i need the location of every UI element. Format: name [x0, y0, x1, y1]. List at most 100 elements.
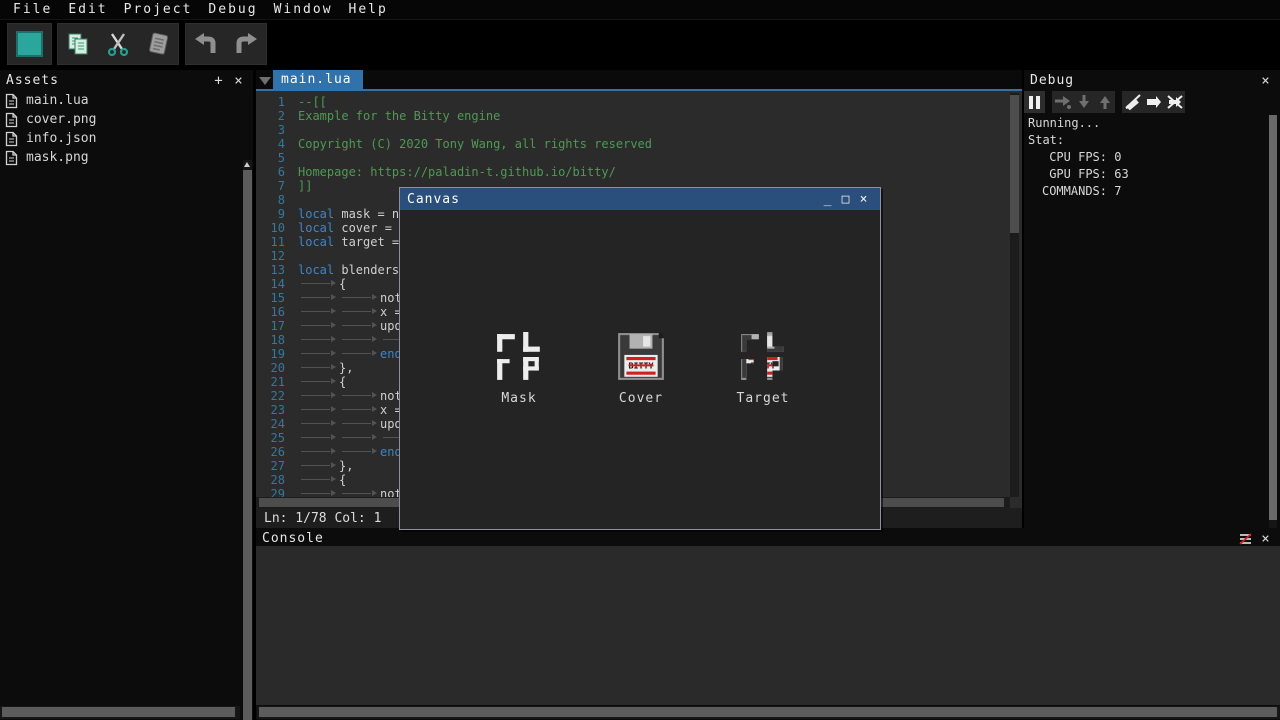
- add-asset-button[interactable]: +: [211, 73, 227, 89]
- indent-guide-icon: [298, 403, 339, 414]
- menu-item-edit[interactable]: Edit: [60, 2, 115, 17]
- assets-panel: Assets + × main.luacover.pnginfo.jsonmas…: [0, 70, 253, 720]
- breakpoint-arrow-icon: [1145, 94, 1163, 110]
- pencil-slash-icon: [1124, 94, 1142, 110]
- debug-group-step: [1052, 91, 1115, 113]
- menu-item-help[interactable]: Help: [341, 2, 396, 17]
- menu-item-window[interactable]: Window: [266, 2, 341, 17]
- copy-icon: [65, 31, 91, 57]
- line-number: 4: [256, 137, 285, 151]
- toolbar-group-edit: [57, 23, 179, 65]
- code-token: },: [339, 361, 353, 375]
- line-number: 29: [256, 487, 285, 497]
- stat-value: 0: [1107, 150, 1121, 164]
- line-number: 24: [256, 417, 285, 431]
- scrollbar-thumb[interactable]: [1269, 115, 1277, 520]
- canvas-title: Canvas: [407, 192, 460, 207]
- assets-close-button[interactable]: ×: [231, 73, 247, 89]
- menu-bar: FileEditProjectDebugWindowHelp: [0, 0, 1280, 20]
- asset-item-cover.png[interactable]: cover.png: [0, 110, 253, 129]
- code-token: local: [298, 207, 334, 221]
- step-out-button[interactable]: [1094, 91, 1115, 113]
- canvas-titlebar[interactable]: Canvas _ □ ×: [400, 188, 880, 210]
- line-number: 11: [256, 235, 285, 249]
- canvas-item-cover: BITTY Cover: [616, 332, 666, 406]
- asset-item-info.json[interactable]: info.json: [0, 129, 253, 148]
- run-button[interactable]: [12, 26, 48, 62]
- pause-button[interactable]: [1024, 91, 1045, 113]
- asset-item-main.lua[interactable]: main.lua: [0, 91, 253, 110]
- console-horizontal-scrollbar[interactable]: [257, 706, 1280, 719]
- line-number: 6: [256, 165, 285, 179]
- minimize-button[interactable]: _: [819, 192, 837, 207]
- indent-guide-icon: [339, 445, 380, 456]
- menu-item-debug[interactable]: Debug: [200, 2, 265, 17]
- scrollbar-thumb[interactable]: [259, 707, 1277, 717]
- redo-button[interactable]: [228, 26, 264, 62]
- line-number: 9: [256, 207, 285, 221]
- menu-item-project[interactable]: Project: [116, 2, 201, 17]
- paste-button[interactable]: [140, 26, 176, 62]
- canvas-window[interactable]: Canvas _ □ × Mask: [399, 187, 881, 530]
- indent-guide-icon: [339, 431, 380, 442]
- clear-console-button[interactable]: [1238, 532, 1254, 546]
- scrollbar-thumb[interactable]: [243, 170, 252, 720]
- tab-list-dropdown-button[interactable]: [256, 70, 273, 91]
- undo-icon: [192, 31, 220, 57]
- asset-item-mask.png[interactable]: mask.png: [0, 148, 253, 167]
- stat-label: COMMANDS:: [1028, 183, 1107, 200]
- indent-guide-icon: [298, 417, 339, 428]
- redo-icon: [232, 31, 260, 57]
- step-over-button[interactable]: [1052, 91, 1073, 113]
- cut-button[interactable]: [100, 26, 136, 62]
- canvas-close-button[interactable]: ×: [855, 192, 873, 207]
- line-number: 28: [256, 473, 285, 487]
- tab-main-lua[interactable]: main.lua: [273, 70, 363, 91]
- step-into-icon: [1077, 94, 1091, 110]
- canvas-item-mask: Mask: [494, 332, 544, 406]
- menu-item-file[interactable]: File: [5, 2, 60, 17]
- indent-guide-icon: [298, 333, 339, 344]
- debug-close-button[interactable]: ×: [1258, 73, 1274, 89]
- toolbar-group-run: [7, 23, 52, 65]
- debug-vertical-scrollbar[interactable]: [1269, 115, 1277, 528]
- toolbar: [0, 20, 1280, 68]
- indent-guide-icon: [298, 305, 339, 316]
- scrollbar-thumb[interactable]: [1010, 95, 1019, 233]
- mask-image: [495, 332, 543, 382]
- code-token: cover =: [334, 221, 399, 235]
- toggle-breakpoint-button[interactable]: [1122, 91, 1143, 113]
- canvas-item-label: Mask: [501, 391, 536, 406]
- line-number: 21: [256, 375, 285, 389]
- canvas-item-target: BITTY Target: [738, 332, 788, 406]
- stat-label: CPU FPS:: [1028, 149, 1107, 166]
- code-token: {: [339, 277, 346, 291]
- console-title: Console: [262, 531, 324, 546]
- indent-guide-icon: [298, 487, 339, 497]
- code-line: 1--[[: [256, 95, 1008, 109]
- chevron-down-icon: [259, 77, 271, 85]
- scrollbar-thumb[interactable]: [2, 707, 235, 717]
- maximize-button[interactable]: □: [837, 192, 855, 207]
- line-number: 22: [256, 389, 285, 403]
- console-output[interactable]: [256, 546, 1280, 705]
- code-token: ]]: [298, 179, 312, 193]
- assets-horizontal-scrollbar[interactable]: [0, 706, 240, 719]
- copy-button[interactable]: [60, 26, 96, 62]
- document-icon: [5, 93, 19, 109]
- line-number: 14: [256, 277, 285, 291]
- assets-vertical-scrollbar[interactable]: [243, 160, 252, 720]
- console-close-button[interactable]: ×: [1258, 531, 1274, 547]
- undo-button[interactable]: [188, 26, 224, 62]
- editor-vertical-scrollbar[interactable]: [1010, 93, 1019, 497]
- clear-breakpoints-button[interactable]: [1164, 91, 1185, 113]
- debug-toolbar: [1024, 91, 1280, 115]
- code-token: {: [339, 375, 346, 389]
- document-icon: [5, 131, 19, 147]
- indent-guide-icon: [339, 333, 380, 344]
- debug-title: Debug: [1030, 73, 1074, 88]
- step-into-button[interactable]: [1073, 91, 1094, 113]
- console-panel: Console ×: [256, 528, 1280, 720]
- indent-guide-icon: [298, 473, 339, 484]
- breakpoint-button[interactable]: [1143, 91, 1164, 113]
